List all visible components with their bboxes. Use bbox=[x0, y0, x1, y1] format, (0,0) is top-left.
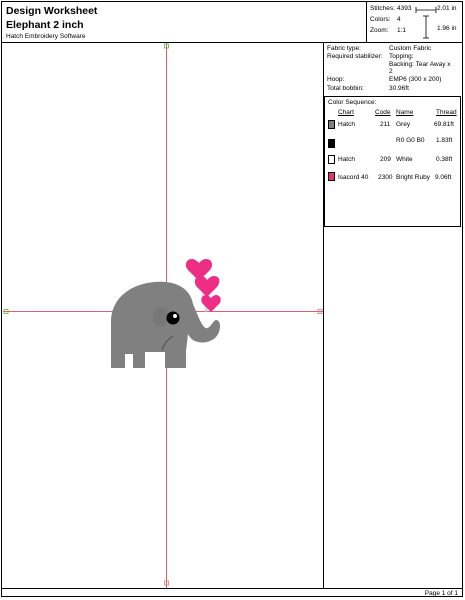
color-swatch bbox=[328, 172, 335, 181]
color-sequence-box: Color Sequence: Chart Code Name Thread H… bbox=[324, 96, 461, 227]
row-thread: 9.06ft bbox=[435, 174, 452, 181]
thread-header: Thread bbox=[436, 109, 457, 116]
row-thread: 1.83ft bbox=[436, 137, 453, 144]
page-number: Page 1 of 1 bbox=[424, 590, 458, 597]
worksheet-title: Design Worksheet bbox=[6, 5, 98, 17]
row-name: Grey bbox=[396, 121, 411, 128]
dimension-icon bbox=[415, 7, 437, 39]
zoom-label: Zoom: bbox=[370, 27, 389, 34]
backing-value: Backing: Tear Away x bbox=[389, 61, 451, 68]
color-swatch bbox=[328, 120, 335, 129]
bobbin-value: 30.96ft bbox=[389, 85, 409, 92]
design-height: 1.96 in bbox=[437, 25, 457, 32]
heart-balloons bbox=[185, 259, 221, 313]
row-code: 211 bbox=[380, 121, 391, 128]
row-name: Bright Ruby bbox=[396, 174, 430, 181]
stitches-value: 4393 bbox=[397, 5, 412, 12]
fabric-type-label: Fabric type: bbox=[327, 45, 361, 52]
stats-panel: Stitches: 4393 Colors: 4 Zoom: 1:1 2.01 … bbox=[366, 2, 463, 42]
design-name: Elephant 2 inch bbox=[6, 19, 84, 31]
design-preview bbox=[3, 43, 324, 588]
design-width: 2.01 in bbox=[437, 5, 457, 12]
heart-icon bbox=[201, 295, 221, 312]
color-swatch bbox=[328, 139, 335, 148]
row-chart: Isacord 40 bbox=[338, 174, 369, 181]
code-header: Code bbox=[375, 109, 391, 116]
row-chart: Hatch bbox=[338, 156, 355, 163]
row-code: 209 bbox=[380, 156, 391, 163]
topping-value: Topping: bbox=[389, 53, 414, 60]
row-name: R0 G0 B0 bbox=[396, 137, 425, 144]
chart-header: Chart bbox=[338, 109, 354, 116]
footer: Page 1 of 1 bbox=[2, 588, 462, 599]
colors-value: 4 bbox=[397, 16, 401, 23]
fabric-type-value: Custom Fabric bbox=[389, 45, 432, 52]
color-swatch bbox=[328, 155, 335, 164]
stabilizer-label: Required stabilizer: bbox=[327, 53, 383, 60]
row-chart: Hatch bbox=[338, 121, 355, 128]
zoom-value: 1:1 bbox=[397, 27, 407, 34]
row-thread: 69.81ft bbox=[434, 121, 454, 128]
row-code: 2300 bbox=[378, 174, 393, 181]
name-header: Name bbox=[396, 109, 414, 116]
software-name: Hatch Embroidery Software bbox=[6, 33, 86, 40]
backing-value-cont: 2 bbox=[389, 68, 393, 75]
design-worksheet: Design Worksheet Elephant 2 inch Hatch E… bbox=[1, 1, 463, 597]
design-info-panel: Fabric type: Custom Fabric Required stab… bbox=[324, 43, 462, 588]
elephant-eye bbox=[166, 311, 180, 325]
color-sequence-title: Color Sequence: bbox=[328, 99, 377, 106]
row-name: White bbox=[396, 156, 413, 163]
stitches-label: Stitches: bbox=[370, 5, 395, 12]
hoop-label: Hoop: bbox=[327, 76, 345, 83]
hoop-value: EMP6 (300 x 200) bbox=[389, 76, 442, 83]
bobbin-label: Total bobbin: bbox=[327, 85, 364, 92]
row-thread: 0.38ft bbox=[436, 156, 453, 163]
colors-label: Colors: bbox=[370, 16, 391, 23]
heart-icon bbox=[194, 276, 220, 297]
